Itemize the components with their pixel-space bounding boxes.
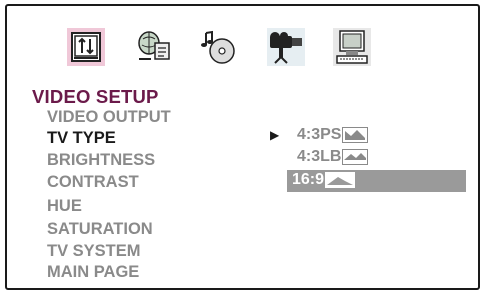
language-setup-icon[interactable] [133, 27, 173, 67]
selection-cursor-icon: ▶ [270, 128, 280, 142]
option-label: 4:3LB [297, 148, 342, 165]
menu-item-video-output[interactable]: VIDEO OUTPUT [47, 108, 171, 127]
menu-item-main-page[interactable]: MAIN PAGE [47, 263, 139, 282]
video-setup-icon[interactable] [266, 27, 306, 67]
aspect-ratio-preview-icon [342, 127, 369, 143]
preferences-icon[interactable] [332, 27, 372, 67]
menu-item-tv-system[interactable]: TV SYSTEM [47, 242, 141, 261]
menu-item-tv-type[interactable]: TV TYPE [47, 129, 116, 148]
aspect-ratio-preview-icon [342, 149, 369, 165]
option-4-3ps[interactable]: 4:3PS [297, 126, 369, 146]
menu-item-brightness[interactable]: BRIGHTNESS [47, 151, 155, 170]
menu-item-hue[interactable]: HUE [47, 197, 82, 216]
option-label: 4:3PS [297, 126, 342, 143]
option-label: 16:9 [292, 171, 325, 188]
aspect-ratio-preview-icon [325, 172, 356, 188]
option-16-9[interactable]: 16:9 [292, 171, 356, 191]
system-setup-icon[interactable] [66, 27, 106, 67]
option-4-3lb[interactable]: 4:3LB [297, 148, 369, 168]
menu-item-saturation[interactable]: SATURATION [47, 220, 153, 239]
menu-item-contrast[interactable]: CONTRAST [47, 173, 139, 192]
audio-setup-icon[interactable] [198, 27, 238, 67]
menu-title: VIDEO SETUP [32, 86, 159, 107]
